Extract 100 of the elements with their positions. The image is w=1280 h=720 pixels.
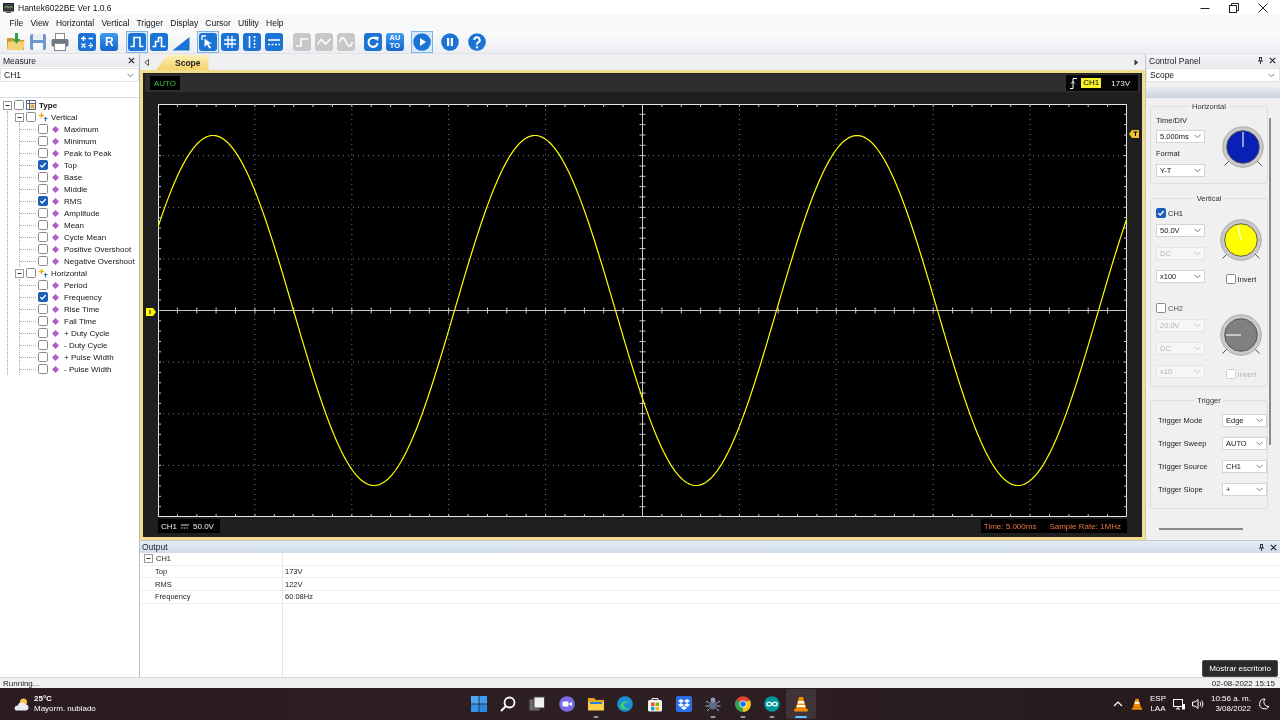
- checkbox[interactable]: [26, 268, 36, 278]
- help-button[interactable]: [466, 30, 489, 53]
- checkbox[interactable]: [38, 328, 48, 338]
- tree-item[interactable]: Type: [39, 100, 58, 110]
- speaker-icon[interactable]: [1191, 698, 1204, 710]
- checkbox[interactable]: [38, 172, 48, 182]
- tree-item[interactable]: Vertical: [51, 112, 78, 122]
- traffic-cone-icon[interactable]: [1130, 698, 1143, 710]
- close-icon[interactable]: [128, 57, 135, 64]
- checkbox[interactable]: [38, 280, 48, 290]
- checkbox[interactable]: [38, 364, 48, 374]
- tree-item[interactable]: Positive Overshoot: [64, 244, 132, 254]
- channel-dropdown[interactable]: CH1: [0, 68, 139, 82]
- checkbox[interactable]: [38, 148, 48, 158]
- scrollbar-thumb[interactable]: [1269, 118, 1271, 445]
- menu-item[interactable]: View: [26, 15, 53, 30]
- checkbox[interactable]: [38, 316, 48, 326]
- tree-item[interactable]: RMS: [64, 196, 82, 206]
- tree-item[interactable]: Peak to Peak: [64, 148, 112, 158]
- checkbox[interactable]: [1156, 208, 1166, 218]
- tree-item[interactable]: + Pulse Width: [64, 352, 114, 362]
- rotary-knob[interactable]: [1221, 124, 1265, 169]
- square-wave-button[interactable]: [125, 30, 148, 53]
- language-button[interactable]: ESP LAA: [1149, 694, 1166, 714]
- checkbox[interactable]: [38, 208, 48, 218]
- play-button[interactable]: [411, 30, 434, 53]
- horizontal-cursor-button[interactable]: [263, 30, 286, 53]
- tree-item[interactable]: Minimum: [64, 136, 97, 146]
- restore-icon[interactable]: [1228, 2, 1239, 13]
- pin-icon[interactable]: [1258, 543, 1265, 551]
- triangle-left-icon[interactable]: [144, 59, 149, 66]
- tree-item[interactable]: Horizontal: [51, 268, 87, 278]
- tree-item[interactable]: Cycle Mean: [64, 232, 107, 242]
- pointer-button[interactable]: [197, 30, 220, 53]
- tree-item[interactable]: + Duty Cycle: [64, 328, 110, 338]
- checkbox[interactable]: [38, 232, 48, 242]
- refresh-button[interactable]: [361, 30, 384, 53]
- checkbox[interactable]: [38, 196, 48, 206]
- tree-item[interactable]: Middle: [64, 184, 88, 194]
- triangle-right-icon[interactable]: [1134, 59, 1139, 66]
- menu-item[interactable]: Horizontal: [52, 15, 98, 30]
- vertical-cursor-button[interactable]: [241, 30, 264, 53]
- checkbox[interactable]: [26, 112, 36, 122]
- tree-item[interactable]: Negative Overshoot: [64, 256, 135, 266]
- math-button[interactable]: [76, 30, 99, 53]
- tree-item[interactable]: Frequency: [64, 292, 102, 302]
- reference-button[interactable]: R: [98, 30, 121, 53]
- checkbox[interactable]: [38, 136, 48, 146]
- taskbar-app-button[interactable]: [786, 689, 816, 719]
- menu-item[interactable]: Cursor: [201, 15, 235, 30]
- menu-item[interactable]: File: [6, 15, 27, 30]
- collapse-icon[interactable]: [15, 268, 24, 278]
- clock-button[interactable]: 10:56 a. m. 3/08/2022: [1210, 694, 1251, 714]
- checkbox[interactable]: [38, 292, 48, 302]
- tree-item[interactable]: Fall Time: [64, 316, 97, 326]
- moon-icon[interactable]: [1258, 698, 1270, 710]
- pulse-button[interactable]: [147, 30, 170, 53]
- tree-item[interactable]: Mean: [64, 220, 84, 230]
- pause-button[interactable]: [438, 30, 461, 53]
- collapse-icon[interactable]: [15, 112, 24, 122]
- tree-item[interactable]: Rise Time: [64, 304, 100, 314]
- checkbox[interactable]: [38, 304, 48, 314]
- pin-icon[interactable]: [1257, 57, 1264, 64]
- checkbox[interactable]: [38, 352, 48, 362]
- scope-tab[interactable]: Scope: [156, 55, 209, 70]
- checkbox[interactable]: [38, 160, 48, 170]
- tree-item[interactable]: Amplitude: [64, 208, 100, 218]
- collapse-icon[interactable]: [144, 554, 153, 564]
- checkbox[interactable]: [38, 124, 48, 134]
- menu-item[interactable]: Utility: [234, 15, 263, 30]
- grid-button[interactable]: [219, 30, 242, 53]
- tree-item[interactable]: Period: [64, 280, 88, 290]
- tree-item[interactable]: Base: [64, 172, 83, 182]
- checkbox[interactable]: [38, 244, 48, 254]
- trigger-level-marker-icon[interactable]: [1129, 130, 1139, 138]
- close-icon[interactable]: [1269, 57, 1276, 64]
- tree-item[interactable]: - Duty Cycle: [64, 340, 108, 350]
- checkbox[interactable]: [1225, 274, 1236, 284]
- checkbox[interactable]: [14, 100, 24, 110]
- menu-item[interactable]: Display: [166, 15, 202, 30]
- menu-item[interactable]: Trigger: [132, 15, 167, 30]
- checkbox[interactable]: [38, 256, 48, 266]
- cloud-sun-icon[interactable]: [13, 696, 29, 712]
- open-button[interactable]: [5, 30, 27, 53]
- collapse-icon[interactable]: [3, 100, 12, 110]
- close-icon[interactable]: [1270, 543, 1277, 551]
- tree-item[interactable]: Maximum: [64, 124, 99, 134]
- tree-item[interactable]: Top: [64, 160, 77, 170]
- checkbox[interactable]: [38, 184, 48, 194]
- checkbox[interactable]: [38, 220, 48, 230]
- close-icon[interactable]: [1257, 2, 1268, 13]
- network-icon[interactable]: [1172, 698, 1185, 710]
- view-dropdown[interactable]: Scope: [1146, 68, 1280, 82]
- tree-item[interactable]: - Pulse Width: [64, 364, 112, 374]
- print-button[interactable]: [49, 30, 71, 53]
- channel-marker-icon[interactable]: [146, 308, 156, 316]
- checkbox[interactable]: [1156, 303, 1166, 313]
- rotary-knob[interactable]: [1219, 313, 1263, 357]
- scrollbar-thumb[interactable]: [1159, 528, 1243, 530]
- menu-item[interactable]: Vertical: [97, 15, 133, 30]
